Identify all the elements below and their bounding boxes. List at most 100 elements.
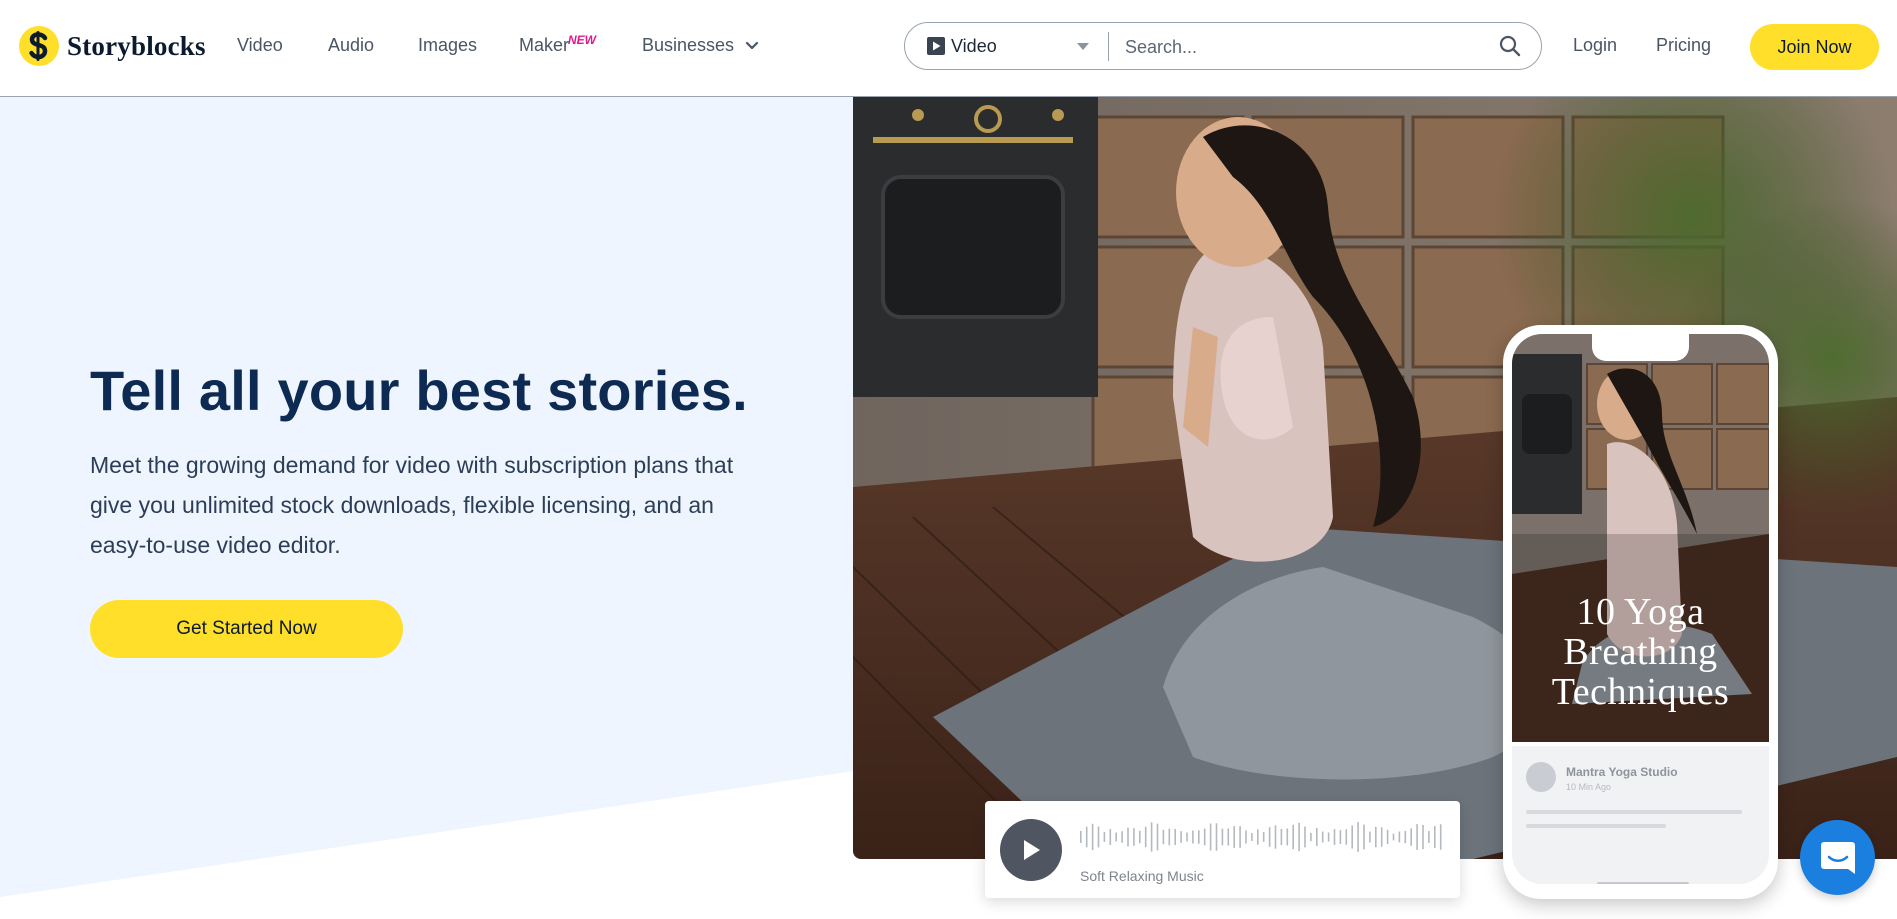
- waveform-bar: [1268, 827, 1271, 847]
- waveform-bar: [1139, 830, 1141, 844]
- phone-screen: 10 Yoga Breathing Techniques Mantra Yoga…: [1512, 334, 1769, 884]
- search-icon[interactable]: [1499, 35, 1521, 62]
- waveform-bar: [1080, 831, 1082, 843]
- hero-subtext: Meet the growing demand for video with s…: [90, 452, 734, 558]
- hero-headline: Tell all your best stories.: [90, 359, 748, 422]
- waveform-bar: [1321, 831, 1324, 843]
- waveform-bar: [1192, 830, 1194, 844]
- waveform-bar: [1375, 826, 1377, 848]
- waveform-bar: [1174, 829, 1176, 845]
- waveform-bar: [1339, 830, 1342, 844]
- waveform-bar: [1422, 824, 1424, 850]
- search-bar: Video: [904, 22, 1542, 70]
- new-badge: NEW: [568, 33, 596, 47]
- nav-video[interactable]: Video: [237, 35, 283, 56]
- audio-player-card: Soft Relaxing Music: [985, 801, 1460, 898]
- search-type-label: Video: [951, 35, 997, 56]
- waveform-bar: [1410, 828, 1412, 846]
- phone-mockup: 10 Yoga Breathing Techniques Mantra Yoga…: [1503, 325, 1778, 899]
- waveform-bar: [1103, 832, 1106, 842]
- chat-launcher[interactable]: [1800, 820, 1875, 895]
- text-placeholder-line: [1526, 810, 1742, 814]
- waveform-bar: [1251, 833, 1253, 841]
- nav-businesses[interactable]: Businesses: [642, 35, 759, 56]
- waveform-bar: [1392, 833, 1395, 841]
- waveform-bar: [1162, 829, 1165, 845]
- login-link[interactable]: Login: [1573, 35, 1617, 56]
- nav-audio[interactable]: Audio: [328, 35, 374, 56]
- waveform-bar: [1245, 830, 1247, 844]
- waveform-bar: [1363, 824, 1365, 850]
- search-divider: [1108, 32, 1109, 61]
- play-square-icon: [927, 37, 945, 55]
- waveform-bar: [1333, 829, 1336, 845]
- waveform-bar: [1416, 824, 1418, 850]
- waveform-bar: [1186, 832, 1188, 842]
- waveform-bar: [1262, 832, 1265, 842]
- get-started-button[interactable]: Get Started Now: [90, 600, 403, 658]
- post-time: 10 Min Ago: [1566, 782, 1612, 792]
- waveform-bar: [1345, 829, 1348, 845]
- waveform-bar: [1257, 829, 1259, 845]
- chevron-down-icon: [745, 42, 759, 50]
- waveform-bar: [1404, 830, 1407, 844]
- search-input[interactable]: [1123, 29, 1487, 65]
- dropdown-caret-icon: [1077, 43, 1089, 50]
- site-header: Storyblocks Video Audio Images Maker NEW…: [0, 0, 1897, 97]
- play-icon: [1024, 840, 1040, 860]
- waveform-bar: [1209, 823, 1212, 851]
- waveform-bar: [1357, 822, 1359, 852]
- join-now-button[interactable]: Join Now: [1750, 24, 1879, 70]
- search-type-select[interactable]: Video: [927, 23, 1095, 69]
- waveform-bar: [1203, 828, 1206, 846]
- waveform-bar: [1121, 831, 1123, 843]
- phone-post-title: 10 Yoga Breathing Techniques: [1551, 591, 1730, 713]
- waveform-bar: [1369, 831, 1371, 843]
- waveform-bar: [1327, 832, 1330, 842]
- waveform-bar: [1109, 828, 1112, 846]
- waveform-bar: [1127, 827, 1129, 847]
- waveform-bar: [1386, 829, 1389, 845]
- waveform-bar: [1351, 825, 1353, 849]
- waveform-bar: [1428, 831, 1430, 843]
- waveform-bar: [1215, 823, 1218, 851]
- waveform-bar: [1280, 828, 1283, 846]
- brand-name: Storyblocks: [67, 30, 206, 61]
- storyblocks-logo-icon: [19, 26, 59, 66]
- waveform-bar: [1091, 823, 1094, 851]
- audio-waveform: [1080, 822, 1442, 852]
- nav-maker[interactable]: Maker: [519, 35, 569, 56]
- waveform-bar: [1150, 822, 1153, 852]
- play-button[interactable]: [1000, 819, 1062, 881]
- waveform-bar: [1316, 827, 1318, 847]
- phone-post-meta: Mantra Yoga Studio 10 Min Ago: [1512, 746, 1769, 884]
- phone-notch: [1592, 334, 1689, 361]
- waveform-bar: [1439, 824, 1442, 850]
- waveform-bar: [1292, 824, 1294, 850]
- waveform-bar: [1085, 826, 1088, 848]
- waveform-bar: [1304, 826, 1306, 848]
- post-author: Mantra Yoga Studio: [1566, 765, 1678, 779]
- waveform-bar: [1180, 831, 1182, 843]
- pricing-link[interactable]: Pricing: [1656, 35, 1711, 56]
- waveform-bar: [1239, 826, 1241, 848]
- avatar: [1526, 762, 1556, 792]
- nav-businesses-label: Businesses: [642, 35, 735, 55]
- audio-track-name: Soft Relaxing Music: [1080, 868, 1204, 884]
- chat-icon: [1820, 841, 1855, 874]
- waveform-bar: [1434, 826, 1436, 848]
- waveform-bar: [1286, 828, 1289, 846]
- phone-home-indicator: [1597, 882, 1689, 884]
- nav-images[interactable]: Images: [418, 35, 477, 56]
- brand-logo[interactable]: Storyblocks: [19, 26, 206, 66]
- text-placeholder-line: [1526, 824, 1666, 828]
- waveform-bar: [1298, 822, 1300, 852]
- waveform-bar: [1380, 827, 1383, 847]
- waveform-bar: [1097, 826, 1100, 848]
- waveform-bar: [1156, 823, 1159, 851]
- waveform-bar: [1221, 828, 1224, 846]
- waveform-bar: [1198, 830, 1200, 844]
- waveform-bar: [1233, 826, 1235, 848]
- waveform-bar: [1227, 828, 1230, 846]
- waveform-bar: [1144, 826, 1147, 848]
